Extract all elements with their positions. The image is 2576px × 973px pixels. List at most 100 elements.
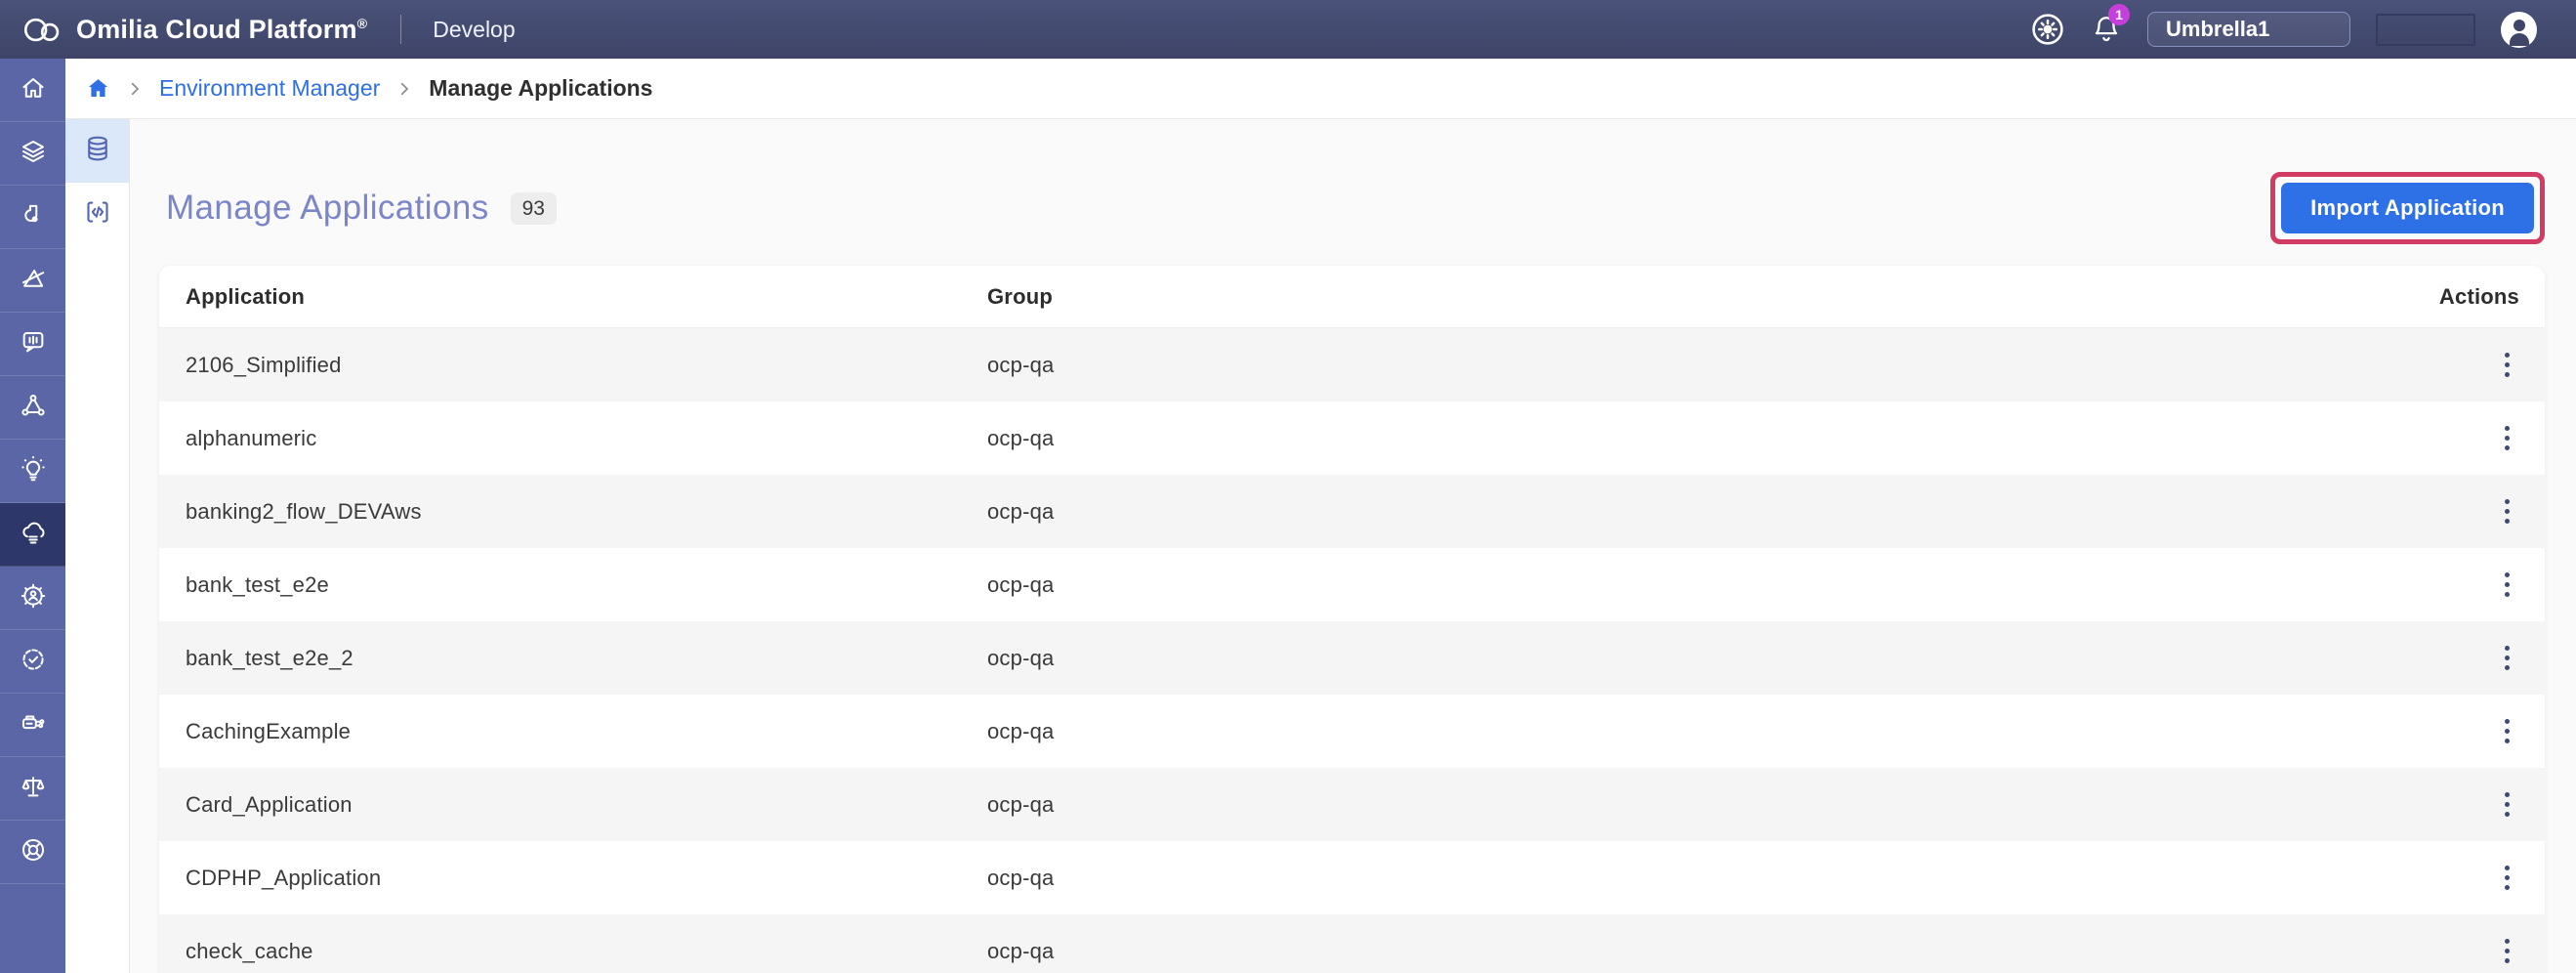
group-cell: ocp-qa	[987, 718, 1055, 743]
connectors-icon	[20, 709, 47, 741]
application-name-cell: CDPHP_Application	[186, 865, 382, 890]
group-cell: ocp-qa	[987, 498, 1055, 524]
avatar-head-shape	[2513, 19, 2525, 31]
compliance-scale-icon	[20, 773, 47, 805]
table-row: bank_test_e2e_2 ocp-qa	[159, 621, 2545, 695]
database-icon	[83, 134, 112, 168]
kebab-menu-icon[interactable]	[2499, 493, 2515, 529]
applications-table: Application Group Actions 2106_Simplifie…	[159, 266, 2545, 973]
sidebar-item-miniapps[interactable]	[0, 186, 65, 249]
sidebar-item-compliance-scale[interactable]	[0, 757, 65, 821]
voice-chat-icon	[20, 328, 47, 360]
notification-count-badge: 1	[2108, 4, 2130, 25]
kebab-menu-icon[interactable]	[2499, 640, 2515, 676]
sidebar-item-layers[interactable]	[0, 122, 65, 186]
kebab-menu-icon[interactable]	[2499, 567, 2515, 603]
support-icon	[20, 836, 47, 868]
organization-selector[interactable]: Umbrella1	[2147, 12, 2350, 47]
table-row: bank_test_e2e ocp-qa	[159, 548, 2545, 621]
application-name-cell: check_cache	[186, 938, 313, 963]
kebab-menu-icon[interactable]	[2499, 786, 2515, 823]
sidebar-item-support[interactable]	[0, 821, 65, 884]
application-name-cell: Card_Application	[186, 791, 353, 817]
avatar-icon[interactable]	[2501, 11, 2537, 48]
miniapps-icon	[20, 201, 47, 233]
group-cell: ocp-qa	[987, 938, 1055, 963]
primary-sidebar	[0, 59, 65, 973]
kebab-menu-icon[interactable]	[2499, 713, 2515, 749]
network-icon	[20, 392, 47, 424]
highlight-annotation: Import Application	[2270, 172, 2545, 244]
sidebar-item-voice-chat[interactable]	[0, 313, 65, 376]
application-name-cell: banking2_flow_DEVAws	[186, 498, 422, 524]
column-header-actions: Actions	[2438, 283, 2519, 309]
quality-seal-icon	[20, 646, 47, 678]
application-name-cell: 2106_Simplified	[186, 352, 342, 377]
section-label: Develop	[433, 16, 516, 42]
subsidebar-item-database[interactable]	[65, 119, 129, 183]
sidebar-item-user-settings[interactable]	[0, 567, 65, 630]
insights-icon	[20, 455, 47, 487]
table-row: check_cache ocp-qa	[159, 914, 2545, 973]
kebab-menu-icon[interactable]	[2499, 420, 2515, 456]
brightness-icon[interactable]	[2030, 12, 2065, 47]
page-title: Manage Applications	[166, 189, 489, 227]
registered-mark: ®	[356, 15, 368, 31]
column-header-group: Group	[987, 283, 1053, 309]
table-row: Card_Application ocp-qa	[159, 768, 2545, 841]
home-icon	[20, 74, 47, 106]
subsidebar-item-code[interactable]	[65, 183, 129, 246]
secondary-sidebar	[65, 119, 130, 973]
table-row: banking2_flow_DEVAws ocp-qa	[159, 475, 2545, 548]
breadcrumb-environment-manager[interactable]: Environment Manager	[159, 75, 380, 102]
group-cell: ocp-qa	[987, 791, 1055, 817]
cloud-logo-icon	[21, 15, 62, 44]
sidebar-item-connectors[interactable]	[0, 694, 65, 757]
cloud-deploy-icon	[20, 519, 47, 551]
top-header-bar: Omilia Cloud Platform® Develop 1 Umbrell…	[0, 0, 2576, 59]
sidebar-item-network[interactable]	[0, 376, 65, 440]
sidebar-item-quality-seal[interactable]	[0, 630, 65, 694]
import-application-button[interactable]: Import Application	[2281, 183, 2534, 233]
home-icon[interactable]	[86, 76, 110, 101]
kebab-menu-icon[interactable]	[2499, 347, 2515, 383]
kebab-menu-icon[interactable]	[2499, 933, 2515, 969]
group-cell: ocp-qa	[987, 352, 1055, 377]
column-header-application: Application	[186, 283, 305, 309]
layers-icon	[20, 138, 47, 170]
header-box-placeholder[interactable]	[2376, 13, 2475, 46]
application-name-cell: bank_test_e2e	[186, 571, 329, 597]
group-cell: ocp-qa	[987, 645, 1055, 670]
header-divider	[400, 15, 402, 44]
kebab-menu-icon[interactable]	[2499, 860, 2515, 896]
group-cell: ocp-qa	[987, 571, 1055, 597]
analytics-icon	[20, 265, 47, 297]
chevron-right-icon	[395, 80, 413, 98]
application-name-cell: alphanumeric	[186, 425, 317, 450]
user-settings-icon	[20, 582, 47, 614]
breadcrumb-manage-applications: Manage Applications	[429, 75, 653, 101]
table-header-row: Application Group Actions	[159, 266, 2545, 328]
organization-selector-value: Umbrella1	[2166, 17, 2270, 41]
header-actions: 1 Umbrella1	[2030, 4, 2576, 48]
table-row: CachingExample ocp-qa	[159, 695, 2545, 768]
group-cell: ocp-qa	[987, 865, 1055, 890]
breadcrumb: Environment Manager Manage Applications	[65, 59, 2576, 119]
sidebar-item-insights[interactable]	[0, 440, 65, 503]
avatar-body-shape	[2509, 32, 2529, 46]
code-icon	[83, 197, 112, 232]
bell-icon[interactable]: 1	[2091, 4, 2130, 46]
application-name-cell: bank_test_e2e_2	[186, 645, 353, 670]
sidebar-item-cloud-deploy[interactable]	[0, 503, 65, 567]
sidebar-item-analytics[interactable]	[0, 249, 65, 313]
chevron-right-icon	[126, 80, 144, 98]
application-name-cell: CachingExample	[186, 718, 352, 743]
table-body: 2106_Simplified ocp-qa alphanumeric ocp-…	[159, 328, 2545, 973]
table-row: CDPHP_Application ocp-qa	[159, 841, 2545, 914]
app-title: Omilia Cloud Platform®	[76, 14, 368, 44]
sidebar-item-home[interactable]	[0, 59, 65, 122]
group-cell: ocp-qa	[987, 425, 1055, 450]
omilia-logo[interactable]: Omilia Cloud Platform®	[0, 15, 367, 45]
applications-count-badge: 93	[510, 191, 557, 225]
main-content: Manage Applications 93 Import Applicatio…	[130, 119, 2576, 973]
